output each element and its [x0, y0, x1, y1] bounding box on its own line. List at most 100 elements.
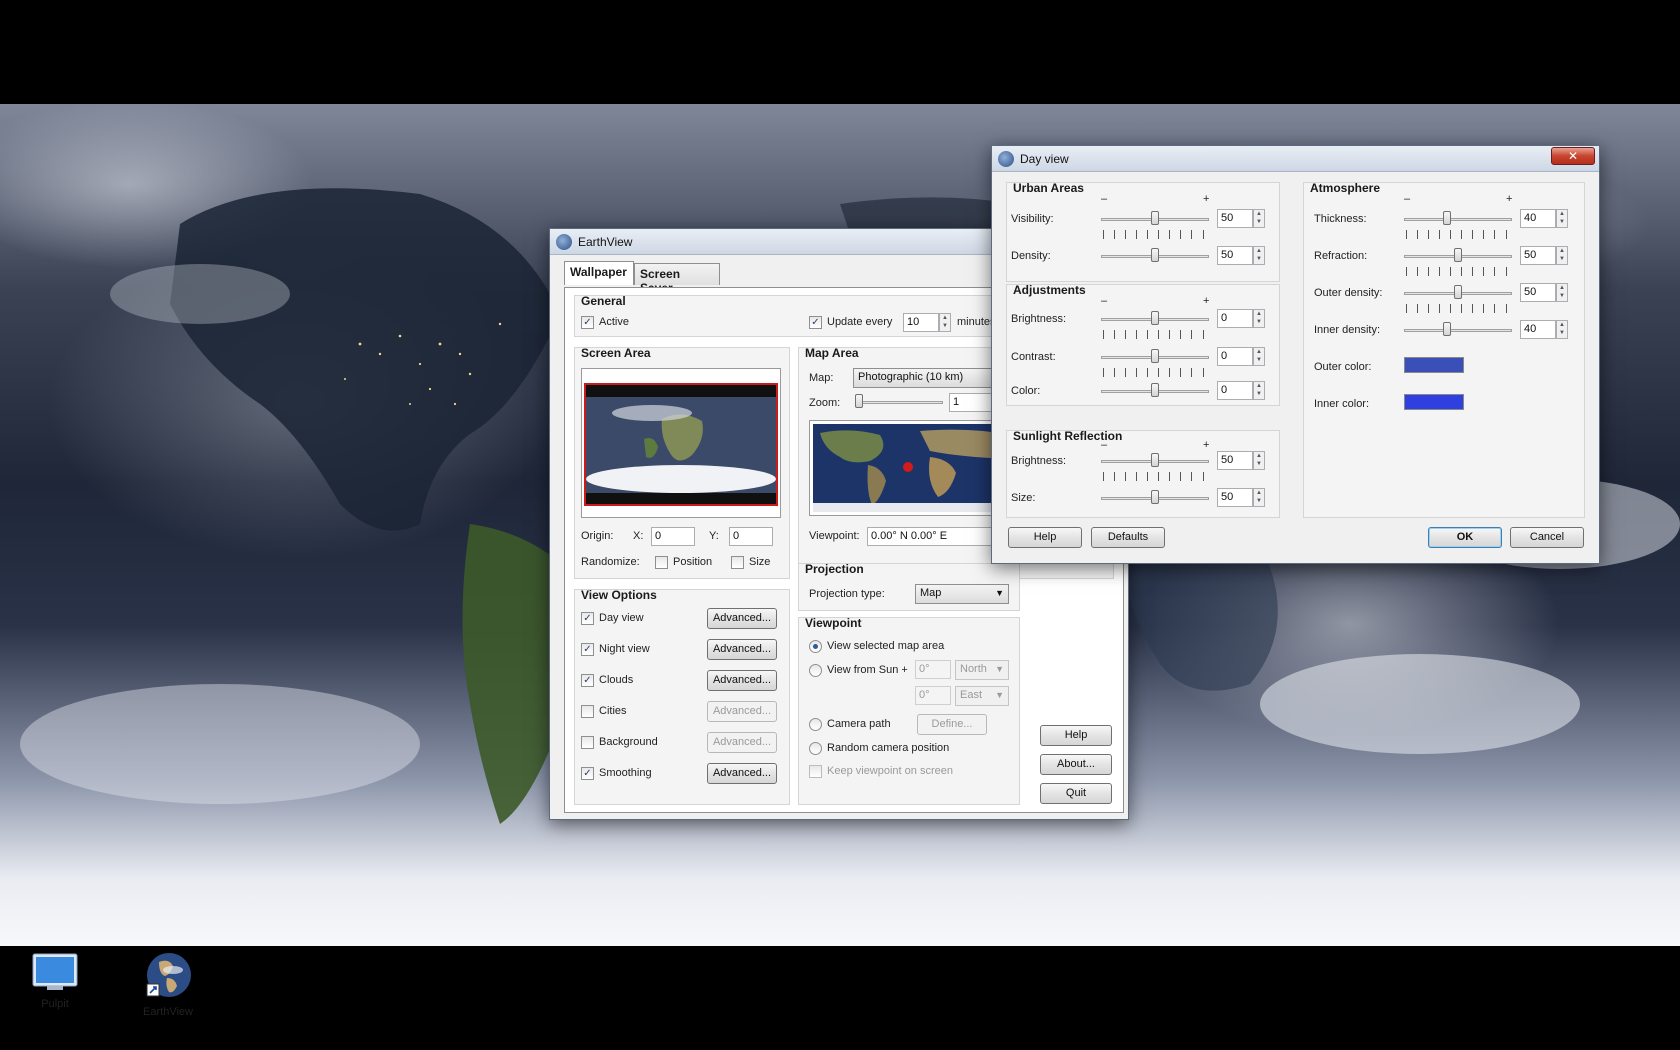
day-view-advanced-button[interactable]: Advanced... [707, 608, 777, 629]
day-view-help-button[interactable]: Help [1008, 527, 1082, 548]
outer-color-swatch[interactable] [1404, 357, 1464, 373]
inner-density-slider-track[interactable] [1404, 329, 1512, 332]
projection-group: Projection Projection type: Map ▼ [798, 562, 1020, 611]
inner-density-spinner[interactable]: ▲ ▼ [1556, 320, 1568, 339]
outer-density-input[interactable]: 50 [1520, 283, 1556, 302]
projection-type-label: Projection type: [809, 588, 885, 600]
ok-button[interactable]: OK [1428, 527, 1502, 548]
visibility-spinner[interactable]: ▲ ▼ [1253, 209, 1265, 228]
refraction-spinner[interactable]: ▲ ▼ [1556, 246, 1568, 265]
cities-checkbox[interactable] [581, 705, 594, 718]
viewpoint-input[interactable]: 0.00° N 0.00° E [867, 527, 997, 546]
density-slider-thumb[interactable] [1151, 248, 1159, 262]
clouds-advanced-button[interactable]: Advanced... [707, 670, 777, 691]
group-title: Adjustments [1013, 283, 1086, 297]
camera-path-radio[interactable] [809, 718, 822, 731]
about-button[interactable]: About... [1040, 754, 1112, 775]
desktop-icon-earthview[interactable]: EarthView [123, 950, 213, 1018]
visibility-slider-thumb[interactable] [1151, 211, 1159, 225]
sun-longitude-input[interactable]: 0° [915, 686, 951, 705]
close-icon[interactable]: ✕ [1551, 147, 1595, 165]
update-interval-input[interactable]: 10 [903, 313, 939, 332]
refraction-slider-thumb[interactable] [1454, 248, 1462, 262]
tab-screen-saver[interactable]: Screen Saver [634, 263, 720, 295]
screen-area-preview[interactable] [581, 368, 781, 518]
density-input[interactable]: 50 [1217, 246, 1253, 265]
active-checkbox[interactable]: ✓ [581, 316, 594, 329]
desktop-icon-label: EarthView [143, 1006, 193, 1018]
contrast-spinner[interactable]: ▲ ▼ [1253, 347, 1265, 366]
map-select-value: Photographic (10 km) [858, 371, 964, 383]
cancel-button[interactable]: Cancel [1510, 527, 1584, 548]
refraction-label: Refraction: [1314, 250, 1368, 262]
inner-density-slider-thumb[interactable] [1443, 322, 1451, 336]
sun-size-spinner[interactable]: ▲ ▼ [1253, 488, 1265, 507]
update-every-checkbox[interactable]: ✓ [809, 316, 822, 329]
refraction-input[interactable]: 50 [1520, 246, 1556, 265]
tab-wallpaper[interactable]: Wallpaper [564, 261, 634, 285]
night-view-label: Night view [599, 643, 650, 655]
sun-longitude-direction-select[interactable]: East ▼ [955, 686, 1009, 706]
randomize-size-checkbox[interactable] [731, 556, 744, 569]
update-every-label: Update every [827, 316, 893, 328]
sun-latitude-direction-select[interactable]: North ▼ [955, 660, 1009, 680]
quit-button[interactable]: Quit [1040, 783, 1112, 804]
sun-size-slider-thumb[interactable] [1151, 490, 1159, 504]
sun-latitude-input[interactable]: 0° [915, 660, 951, 679]
day-view-checkbox[interactable]: ✓ [581, 612, 594, 625]
thickness-spinner[interactable]: ▲ ▼ [1556, 209, 1568, 228]
thickness-slider-track[interactable] [1404, 218, 1512, 221]
outer-density-spinner[interactable]: ▲ ▼ [1556, 283, 1568, 302]
inner-color-swatch[interactable] [1404, 394, 1464, 410]
outer-density-slider-thumb[interactable] [1454, 285, 1462, 299]
random-camera-radio[interactable] [809, 742, 822, 755]
sun-brightness-spinner[interactable]: ▲ ▼ [1253, 451, 1265, 470]
contrast-label: Contrast: [1011, 351, 1056, 363]
color-input[interactable]: 0 [1217, 381, 1253, 400]
sun-size-label: Size: [1011, 492, 1036, 504]
group-title: View Options [581, 588, 657, 602]
thickness-slider-thumb[interactable] [1443, 211, 1451, 225]
color-spinner[interactable]: ▲ ▼ [1253, 381, 1265, 400]
origin-x-input[interactable]: 0 [651, 527, 695, 546]
visibility-input[interactable]: 50 [1217, 209, 1253, 228]
origin-y-input[interactable]: 0 [729, 527, 773, 546]
projection-type-select[interactable]: Map ▼ [915, 584, 1009, 604]
zoom-slider-thumb[interactable] [855, 394, 863, 408]
color-label: Color: [1011, 385, 1041, 397]
smoothing-advanced-button[interactable]: Advanced... [707, 763, 777, 784]
day-view-titlebar[interactable]: Day view ✕ [992, 146, 1599, 172]
sun-brightness-input[interactable]: 50 [1217, 451, 1253, 470]
contrast-input[interactable]: 0 [1217, 347, 1253, 366]
keep-viewpoint-checkbox[interactable] [809, 765, 822, 778]
view-selected-map-area-radio[interactable] [809, 640, 822, 653]
background-checkbox[interactable] [581, 736, 594, 749]
randomize-position-checkbox[interactable] [655, 556, 668, 569]
brightness-slider-thumb[interactable] [1151, 311, 1159, 325]
inner-density-input[interactable]: 40 [1520, 320, 1556, 339]
desktop-icon-label: Pulpit [41, 998, 69, 1010]
define-camera-path-button[interactable]: Define... [917, 714, 987, 735]
clouds-checkbox[interactable]: ✓ [581, 674, 594, 687]
brightness-ticks [1101, 330, 1211, 339]
density-spinner[interactable]: ▲ ▼ [1253, 246, 1265, 265]
view-from-sun-radio[interactable] [809, 664, 822, 677]
desktop-icon-pulpit[interactable]: Pulpit [10, 952, 100, 1010]
contrast-slider-thumb[interactable] [1151, 349, 1159, 363]
smoothing-checkbox[interactable]: ✓ [581, 767, 594, 780]
thickness-input[interactable]: 40 [1520, 209, 1556, 228]
update-interval-spinner[interactable]: ▲ ▼ [939, 313, 951, 332]
sun-brightness-slider-thumb[interactable] [1151, 453, 1159, 467]
defaults-button[interactable]: Defaults [1091, 527, 1165, 548]
brightness-spinner[interactable]: ▲ ▼ [1253, 309, 1265, 328]
zoom-slider-track[interactable] [855, 401, 943, 404]
earthview-help-button[interactable]: Help [1040, 725, 1112, 746]
night-view-checkbox[interactable]: ✓ [581, 643, 594, 656]
brightness-input[interactable]: 0 [1217, 309, 1253, 328]
night-view-advanced-button[interactable]: Advanced... [707, 639, 777, 660]
urban-areas-group: Urban Areas – + Visibility: 50 ▲ ▼ Densit… [1006, 181, 1280, 282]
color-slider-thumb[interactable] [1151, 383, 1159, 397]
background-advanced-button[interactable]: Advanced... [707, 732, 777, 753]
sun-size-input[interactable]: 50 [1217, 488, 1253, 507]
cities-advanced-button[interactable]: Advanced... [707, 701, 777, 722]
